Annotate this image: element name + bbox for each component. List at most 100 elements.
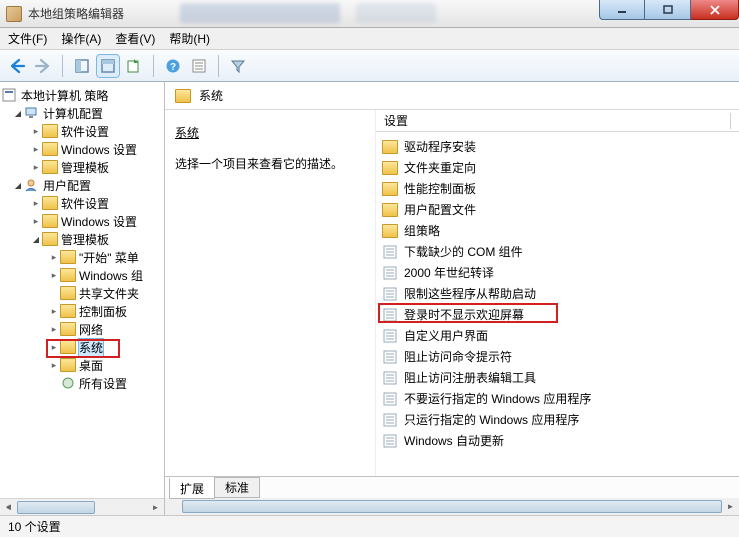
tree-item[interactable]: 控制面板	[0, 302, 164, 320]
list-row[interactable]: 用户配置文件	[376, 199, 739, 220]
nav-forward-button[interactable]	[32, 55, 54, 77]
column-header[interactable]: 设置	[376, 110, 739, 132]
maximize-button[interactable]	[645, 0, 691, 20]
tree-item[interactable]: 网络	[0, 320, 164, 338]
toolbar-btn-2[interactable]	[97, 55, 119, 77]
filter-button[interactable]	[227, 55, 249, 77]
tab-label: 标准	[225, 481, 249, 495]
close-button[interactable]	[691, 0, 739, 20]
list-row-label: 自定义用户界面	[404, 327, 488, 344]
toolbar-separator	[218, 55, 219, 77]
properties-button[interactable]	[188, 55, 210, 77]
expand-toggle[interactable]	[48, 252, 60, 263]
column-header-label: 设置	[384, 112, 408, 129]
expand-toggle[interactable]	[30, 198, 42, 209]
list-row[interactable]: 2000 年世纪转译	[376, 262, 739, 283]
list-row[interactable]: 不要运行指定的 Windows 应用程序	[376, 388, 739, 409]
tree-item[interactable]: 软件设置	[0, 194, 164, 212]
content-h-scrollbar[interactable]: ◄ ►	[165, 498, 739, 515]
list-row-label: 2000 年世纪转译	[404, 264, 494, 281]
list-row[interactable]: 限制这些程序从帮助启动	[376, 283, 739, 304]
nav-back-button[interactable]	[6, 55, 28, 77]
window-controls	[599, 0, 739, 20]
scroll-right-button[interactable]: ►	[722, 498, 739, 515]
column-separator[interactable]	[730, 113, 731, 129]
tree-item[interactable]: "开始" 菜单	[0, 248, 164, 266]
scroll-left-button[interactable]: ◄	[0, 498, 17, 515]
policy-icon	[2, 88, 18, 102]
toolbar-btn-1[interactable]	[71, 55, 93, 77]
tree-item[interactable]: Windows 组	[0, 266, 164, 284]
scroll-right-button[interactable]: ►	[147, 499, 164, 516]
tree-view[interactable]: 本地计算机 策略 计算机配置 软件设置 Windows 设置 管理模板 用户配置…	[0, 82, 164, 498]
tree-item[interactable]: 管理模板	[0, 230, 164, 248]
expand-toggle[interactable]	[12, 181, 24, 190]
list-row-label: 驱动程序安装	[404, 138, 476, 155]
list-row[interactable]: 驱动程序安装	[376, 136, 739, 157]
menu-action[interactable]: 操作(A)	[61, 30, 101, 47]
toolbar-separator	[153, 55, 154, 77]
tree-item[interactable]: 管理模板	[0, 158, 164, 176]
tree-label: 本地计算机 策略	[21, 87, 108, 104]
highlight-tree	[46, 339, 120, 358]
description-column: 系统 选择一个项目来查看它的描述。	[165, 110, 375, 476]
policy-setting-icon	[382, 245, 398, 259]
expand-toggle[interactable]	[12, 109, 24, 118]
expand-toggle[interactable]	[30, 162, 42, 173]
tree-label: Windows 组	[79, 267, 143, 284]
tree-label: 共享文件夹	[79, 285, 139, 302]
settings-list-column: 设置 驱动程序安装文件夹重定向性能控制面板用户配置文件组策略下载缺少的 COM …	[375, 110, 739, 476]
list-row[interactable]: Windows 自动更新	[376, 430, 739, 451]
expand-toggle[interactable]	[48, 270, 60, 281]
list-row[interactable]: 阻止访问命令提示符	[376, 346, 739, 367]
export-button[interactable]	[123, 55, 145, 77]
blur-decor	[356, 3, 436, 23]
app-icon	[6, 6, 22, 22]
content-title: 系统	[199, 87, 223, 104]
tree-computer-config[interactable]: 计算机配置	[0, 104, 164, 122]
list-row-label: 文件夹重定向	[404, 159, 476, 176]
folder-icon	[382, 161, 398, 175]
menu-help[interactable]: 帮助(H)	[169, 30, 210, 47]
list-row[interactable]: 文件夹重定向	[376, 157, 739, 178]
tree-item[interactable]: Windows 设置	[0, 140, 164, 158]
expand-toggle[interactable]	[48, 360, 60, 371]
minimize-button[interactable]	[599, 0, 645, 20]
expand-toggle[interactable]	[30, 126, 42, 137]
tree-user-config[interactable]: 用户配置	[0, 176, 164, 194]
list-row-label: 用户配置文件	[404, 201, 476, 218]
menu-view[interactable]: 查看(V)	[115, 30, 155, 47]
tree-item[interactable]: 桌面	[0, 356, 164, 374]
tree-root[interactable]: 本地计算机 策略	[0, 86, 164, 104]
tab-extended[interactable]: 扩展	[169, 477, 215, 499]
expand-toggle[interactable]	[30, 235, 42, 244]
expand-toggle[interactable]	[48, 324, 60, 335]
folder-icon	[60, 358, 76, 372]
expand-toggle[interactable]	[48, 306, 60, 317]
tab-standard[interactable]: 标准	[214, 477, 260, 498]
list-row[interactable]: 自定义用户界面	[376, 325, 739, 346]
help-button[interactable]: ?	[162, 55, 184, 77]
tree-item[interactable]: 共享文件夹	[0, 284, 164, 302]
expand-toggle[interactable]	[30, 216, 42, 227]
list-row[interactable]: 只运行指定的 Windows 应用程序	[376, 409, 739, 430]
tree-item[interactable]: 软件设置	[0, 122, 164, 140]
tree-item[interactable]: Windows 设置	[0, 212, 164, 230]
list-row[interactable]: 组策略	[376, 220, 739, 241]
policy-setting-icon	[382, 329, 398, 343]
tree-item[interactable]: 所有设置	[0, 374, 164, 392]
folder-icon	[60, 250, 76, 264]
policy-setting-icon	[382, 266, 398, 280]
settings-list[interactable]: 驱动程序安装文件夹重定向性能控制面板用户配置文件组策略下载缺少的 COM 组件 2…	[376, 132, 739, 455]
list-row[interactable]: 阻止访问注册表编辑工具	[376, 367, 739, 388]
menu-file[interactable]: 文件(F)	[8, 30, 47, 47]
policy-setting-icon	[382, 287, 398, 301]
tree-h-scrollbar[interactable]: ◄ ►	[0, 498, 164, 515]
policy-setting-icon	[382, 413, 398, 427]
policy-setting-icon	[382, 392, 398, 406]
list-row[interactable]: 下载缺少的 COM 组件	[376, 241, 739, 262]
expand-toggle[interactable]	[30, 144, 42, 155]
tree-label: 软件设置	[61, 195, 109, 212]
tree-label: 管理模板	[61, 159, 109, 176]
list-row[interactable]: 性能控制面板	[376, 178, 739, 199]
